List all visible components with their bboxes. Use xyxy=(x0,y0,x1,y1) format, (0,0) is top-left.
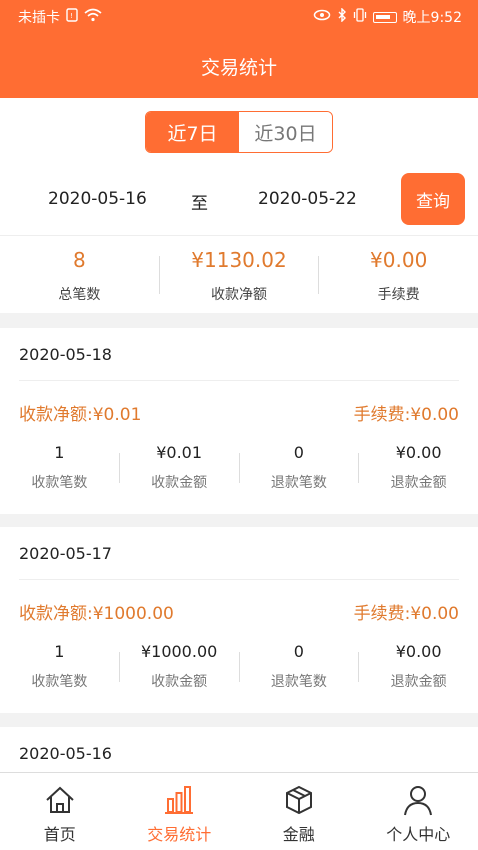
stat-value: 1 xyxy=(54,642,65,661)
day-net-amount: 收款净额:¥1000.00 xyxy=(19,604,174,624)
stat-value: ¥0.00 xyxy=(395,642,442,661)
stat-receipt-amount: ¥0.01 收款金额 xyxy=(120,443,239,495)
page-header: 交易统计 xyxy=(0,34,478,98)
status-bar: 未插卡 ! 晚上9:52 xyxy=(0,0,478,34)
tab-finance[interactable]: 金融 xyxy=(239,773,359,850)
tab-label: 交易统计 xyxy=(147,825,212,844)
user-icon xyxy=(404,786,433,816)
day-fee: 手续费:¥0.00 xyxy=(353,405,459,425)
stat-label: 退款金额 xyxy=(390,674,447,690)
stat-label: 收款笔数 xyxy=(31,674,88,690)
stat-label: 收款笔数 xyxy=(31,475,88,491)
date-range-separator: 至 xyxy=(191,194,208,214)
summary-net-amount: ¥1130.02 收款净额 xyxy=(160,236,319,313)
date-range-row: 2020-05-16 至 2020-05-22 查询 xyxy=(0,173,478,225)
end-date-field[interactable]: 2020-05-22 xyxy=(258,189,357,209)
stat-label: 收款金额 xyxy=(151,475,208,491)
summary-label: 总笔数 xyxy=(58,287,101,303)
summary-label: 手续费 xyxy=(377,287,420,303)
stat-value: 1 xyxy=(54,443,65,462)
stat-refund-count: 0 退款笔数 xyxy=(240,443,359,495)
day-date: 2020-05-18 xyxy=(19,345,112,364)
cube-icon xyxy=(285,785,312,815)
stat-label: 退款笔数 xyxy=(270,674,327,690)
tab-home[interactable]: 首页 xyxy=(0,773,120,850)
tab-label: 个人中心 xyxy=(386,825,451,844)
day-stats: 1 收款笔数 ¥1000.00 收款金额 0 退款笔数 ¥0.00 退款金额 xyxy=(0,642,478,694)
summary-value: 8 xyxy=(72,248,86,272)
home-icon xyxy=(46,786,74,813)
stat-value: ¥0.00 xyxy=(395,443,442,462)
start-date-field[interactable]: 2020-05-16 xyxy=(48,189,147,209)
battery-icon xyxy=(372,11,397,23)
svg-text:!: ! xyxy=(70,12,73,20)
divider xyxy=(19,380,459,381)
summary-fee: ¥0.00 手续费 xyxy=(319,236,478,313)
divider xyxy=(19,579,459,580)
day-fee: 手续费:¥0.00 xyxy=(353,604,459,624)
query-button[interactable]: 查询 xyxy=(401,173,465,225)
stat-label: 退款金额 xyxy=(390,475,447,491)
summary-panel: 8 总笔数 ¥1130.02 收款净额 ¥0.00 手续费 xyxy=(0,235,478,313)
stat-value: 0 xyxy=(293,642,304,661)
tab-last-7-days[interactable]: 近7日 xyxy=(146,112,239,152)
bluetooth-icon xyxy=(337,7,347,26)
eye-icon xyxy=(313,9,331,25)
clock-text: 晚上9:52 xyxy=(402,10,462,26)
sim-icon: ! xyxy=(66,8,78,26)
summary-value: ¥1130.02 xyxy=(191,248,287,272)
stat-value: ¥0.01 xyxy=(156,443,203,462)
bar-chart-icon xyxy=(165,786,194,814)
carrier-text: 未插卡 xyxy=(18,10,60,26)
stat-refund-amount: ¥0.00 退款金额 xyxy=(359,642,478,694)
summary-value: ¥0.00 xyxy=(370,248,428,272)
tab-label: 首页 xyxy=(43,825,76,844)
status-right: 晚上9:52 xyxy=(313,7,462,27)
day-date: 2020-05-17 xyxy=(19,544,112,563)
stat-refund-amount: ¥0.00 退款金额 xyxy=(359,443,478,495)
tab-last-30-days[interactable]: 近30日 xyxy=(239,112,332,152)
day-card[interactable]: 2020-05-17 收款净额:¥1000.00 手续费:¥0.00 1 收款笔… xyxy=(0,527,478,713)
wifi-icon xyxy=(84,8,102,26)
stat-value: 0 xyxy=(293,443,304,462)
stat-receipt-amount: ¥1000.00 收款金额 xyxy=(120,642,239,694)
page-title: 交易统计 xyxy=(200,56,277,79)
summary-total-count: 8 总笔数 xyxy=(0,236,159,313)
stat-receipt-count: 1 收款笔数 xyxy=(0,642,119,694)
day-net-amount: 收款净额:¥0.01 xyxy=(19,405,142,425)
day-card[interactable]: 2020-05-16 xyxy=(0,727,478,772)
stat-label: 退款笔数 xyxy=(270,475,327,491)
period-segmented-control: 近7日 近30日 xyxy=(145,111,333,153)
tab-profile[interactable]: 个人中心 xyxy=(359,773,478,850)
tab-transaction-stats[interactable]: 交易统计 xyxy=(120,773,240,850)
summary-label: 收款净额 xyxy=(211,287,267,303)
stat-receipt-count: 1 收款笔数 xyxy=(0,443,119,495)
tab-label: 金融 xyxy=(282,825,315,844)
day-stats: 1 收款笔数 ¥0.01 收款金额 0 退款笔数 ¥0.00 退款金额 xyxy=(0,443,478,495)
vibrate-icon xyxy=(353,8,367,26)
day-date: 2020-05-16 xyxy=(19,744,112,763)
bottom-tab-bar: 首页 交易统计 金融 个人中心 xyxy=(0,772,478,850)
filter-panel: 近7日 近30日 2020-05-16 至 2020-05-22 查询 xyxy=(0,98,478,235)
stat-refund-count: 0 退款笔数 xyxy=(240,642,359,694)
status-left: 未插卡 ! xyxy=(18,7,102,27)
stat-label: 收款金额 xyxy=(151,674,208,690)
day-card[interactable]: 2020-05-18 收款净额:¥0.01 手续费:¥0.00 1 收款笔数 ¥… xyxy=(0,328,478,514)
stat-value: ¥1000.00 xyxy=(140,642,218,661)
